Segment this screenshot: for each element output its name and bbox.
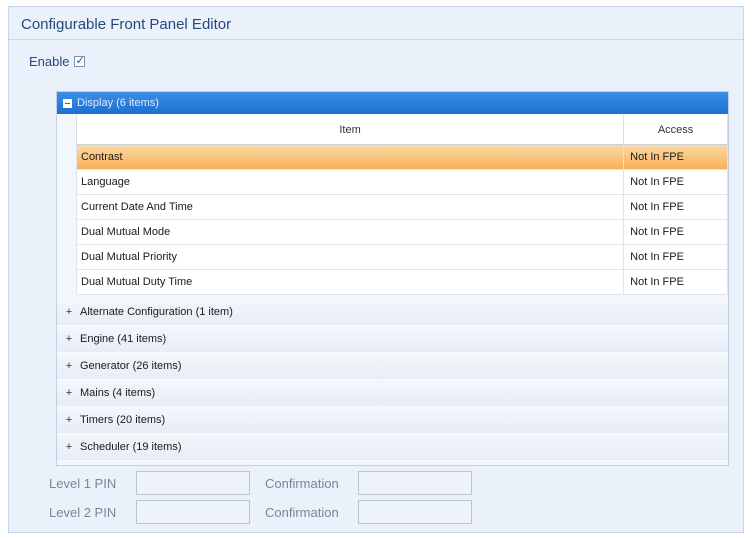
enable-row: Enable ✓ <box>29 54 86 69</box>
expand-icon[interactable]: + <box>64 360 74 372</box>
display-items-table: Item Access Contrast Not In FPE Language No… <box>76 115 728 295</box>
column-header-access[interactable]: Access <box>624 115 728 144</box>
table-row[interactable]: Dual Mutual Priority Not In FPE <box>76 245 728 270</box>
enable-label: Enable <box>29 54 70 69</box>
collapsed-group-row[interactable]: + Mains (4 items) <box>57 380 728 407</box>
collapsed-group-row[interactable]: + Scheduler (19 items) <box>57 434 728 461</box>
level2-pin-input[interactable] <box>136 500 250 524</box>
group-label: Scheduler (19 items) <box>80 441 182 453</box>
page-title: Configurable Front Panel Editor <box>21 16 232 33</box>
collapsed-group-row[interactable]: + Engine (41 items) <box>57 326 728 353</box>
level1-pin-label: Level 1 PIN <box>49 475 117 491</box>
level2-pin-label: Level 2 PIN <box>49 504 117 520</box>
access-cell[interactable]: Not In FPE <box>624 195 728 219</box>
group-label: Engine (41 items) <box>80 333 167 345</box>
item-cell: Contrast <box>77 145 625 169</box>
table-row[interactable]: Dual Mutual Mode Not In FPE <box>76 220 728 245</box>
item-cell: Current Date And Time <box>77 195 625 219</box>
table-row[interactable]: Language Not In FPE <box>76 170 728 195</box>
table-row[interactable]: Dual Mutual Duty Time Not In FPE <box>76 270 728 295</box>
group-label: Generator (26 items) <box>80 360 182 372</box>
table-body: Contrast Not In FPE Language Not In FPE Curr… <box>76 145 728 295</box>
item-cell: Dual Mutual Duty Time <box>77 270 625 294</box>
collapsed-group-row[interactable]: + Timers (20 items) <box>57 407 728 434</box>
level1-pin-row: Level 1 PIN Confirmation <box>49 471 472 495</box>
expand-icon[interactable]: + <box>64 387 74 399</box>
access-cell[interactable]: Not In FPE <box>624 245 728 269</box>
access-cell[interactable]: Not In FPE <box>624 170 728 194</box>
level2-pin-row: Level 2 PIN Confirmation <box>49 500 472 524</box>
group-header-label: Display (6 items) <box>77 97 159 109</box>
level1-confirmation-input[interactable] <box>358 471 472 495</box>
front-panel-editor: Configurable Front Panel Editor Enable ✓… <box>8 6 744 533</box>
check-icon: ✓ <box>75 54 85 67</box>
collapsed-group-row[interactable]: + Alternate Configuration (1 item) <box>57 299 728 326</box>
group-header-display[interactable]: Display (6 items) <box>57 92 728 114</box>
level2-confirmation-label: Confirmation <box>265 504 339 520</box>
group-label: Alternate Configuration (1 item) <box>80 306 233 318</box>
access-cell[interactable]: Not In FPE <box>624 145 728 169</box>
item-cell: Dual Mutual Priority <box>77 245 625 269</box>
level1-pin-input[interactable] <box>136 471 250 495</box>
expand-icon[interactable]: + <box>64 441 74 453</box>
level1-confirmation-label: Confirmation <box>265 475 339 491</box>
group-label: Mains (4 items) <box>80 387 156 399</box>
collapsed-groups: + Alternate Configuration (1 item) + Engine… <box>57 299 728 461</box>
column-header-item[interactable]: Item <box>77 115 625 144</box>
expand-icon[interactable]: + <box>64 333 74 345</box>
expand-icon[interactable]: + <box>64 306 74 318</box>
table-row[interactable]: Contrast Not In FPE <box>76 145 728 170</box>
title-divider <box>9 39 743 40</box>
level2-confirmation-input[interactable] <box>358 500 472 524</box>
collapse-icon[interactable] <box>63 98 72 108</box>
item-cell: Language <box>77 170 625 194</box>
collapsed-group-row[interactable]: + Generator (26 items) <box>57 353 728 380</box>
group-label: Timers (20 items) <box>80 414 166 426</box>
items-tree: Display (6 items) Item Access Contrast No… <box>56 91 729 466</box>
item-cell: Dual Mutual Mode <box>77 220 625 244</box>
expand-icon[interactable]: + <box>64 414 74 426</box>
access-cell[interactable]: Not In FPE <box>624 220 728 244</box>
access-cell[interactable]: Not In FPE <box>624 270 728 294</box>
enable-checkbox[interactable]: ✓ <box>74 54 86 67</box>
table-row[interactable]: Current Date And Time Not In FPE <box>76 195 728 220</box>
table-header: Item Access <box>76 115 728 145</box>
